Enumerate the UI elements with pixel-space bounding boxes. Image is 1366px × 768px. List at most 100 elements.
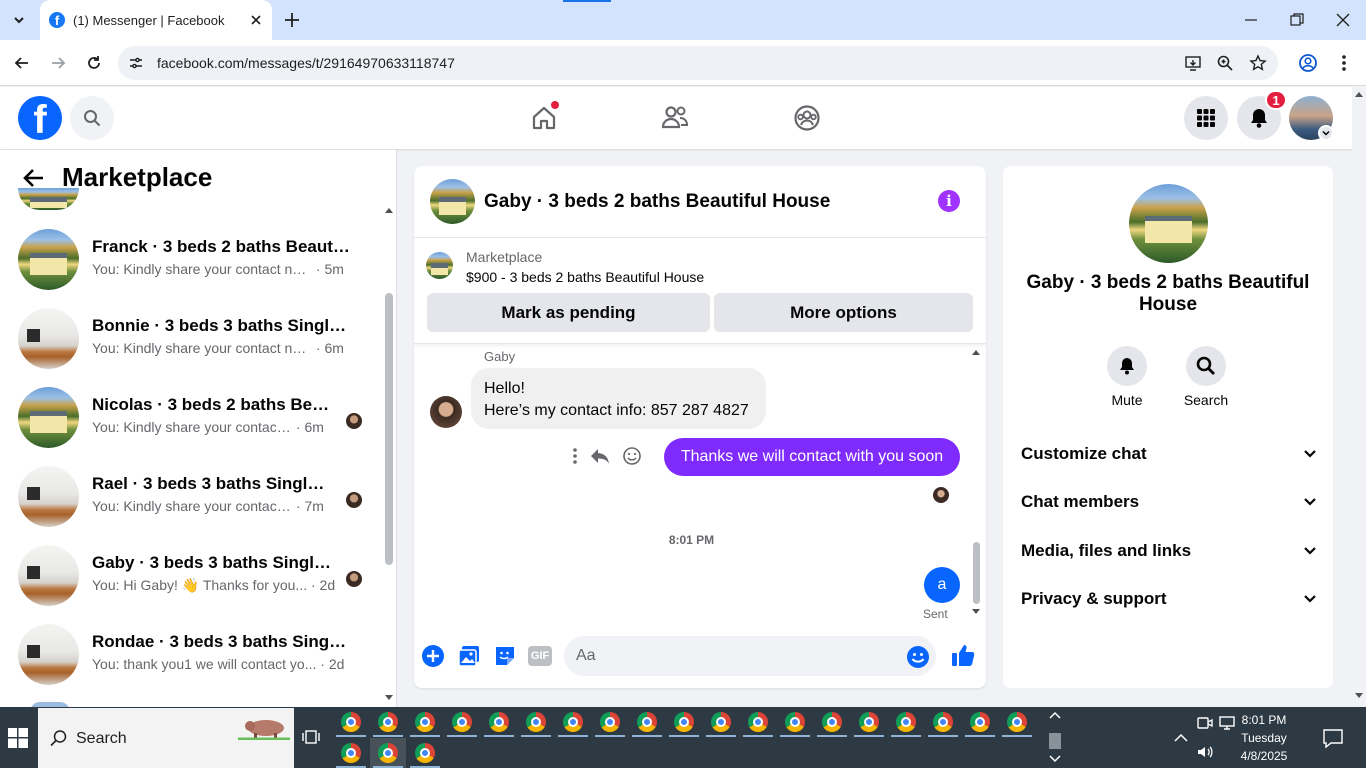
chrome-taskbar-button[interactable]: [444, 707, 480, 737]
customize-chat-section[interactable]: Customize chat: [1021, 436, 1317, 472]
close-window-icon[interactable]: [1335, 12, 1351, 28]
search-in-conversation-button[interactable]: Search: [1176, 346, 1236, 408]
chrome-taskbar-button[interactable]: [814, 707, 850, 737]
add-attachment-icon[interactable]: [421, 644, 445, 668]
conversation-snippet: You: Kindly share your contact n... · 6m: [92, 419, 324, 435]
conversation-item[interactable]: Nicolas · 3 beds 2 baths Beautiful House…: [0, 379, 380, 458]
chrome-icon: [637, 712, 657, 732]
task-view-icon[interactable]: [302, 728, 320, 746]
sender-avatar[interactable]: [430, 396, 462, 428]
chrome-icon: [452, 712, 472, 732]
back-arrow-icon[interactable]: [22, 167, 46, 189]
chrome-taskbar-button[interactable]: [481, 707, 517, 737]
emoji-icon[interactable]: [906, 645, 930, 669]
facebook-logo-icon[interactable]: f: [18, 96, 62, 140]
incoming-message[interactable]: Hello! Here’s my contact info: 857 287 4…: [471, 368, 766, 429]
url-text: facebook.com/messages/t/2916497063311874…: [157, 55, 455, 71]
listing-thumbnail[interactable]: [426, 252, 453, 279]
mute-button[interactable]: Mute: [1097, 346, 1157, 408]
forward-icon[interactable]: [48, 53, 68, 73]
react-emoji-icon[interactable]: [622, 446, 642, 466]
browser-tab-messenger[interactable]: f (1) Messenger | Facebook: [40, 0, 272, 40]
chrome-taskbar-button[interactable]: [333, 738, 369, 768]
chrome-taskbar-button[interactable]: [555, 707, 591, 737]
mark-as-pending-button[interactable]: Mark as pending: [427, 293, 710, 332]
windows-start-icon[interactable]: [8, 728, 28, 748]
restore-icon[interactable]: [1289, 12, 1305, 28]
conversation-item[interactable]: Rondae · 3 beds 3 baths Single Family Yo…: [0, 616, 380, 695]
address-bar[interactable]: facebook.com/messages/t/2916497063311874…: [118, 46, 1278, 80]
chrome-taskbar-button[interactable]: [925, 707, 961, 737]
chrome-taskbar-button[interactable]: [740, 707, 776, 737]
chrome-taskbar-button[interactable]: [629, 707, 665, 737]
meet-now-icon[interactable]: [1196, 714, 1214, 732]
chrome-taskbar-button[interactable]: [407, 738, 443, 768]
reply-icon[interactable]: [590, 447, 610, 465]
chrome-taskbar-button[interactable]: [851, 707, 887, 737]
sticker-icon[interactable]: [493, 644, 517, 668]
menu-button[interactable]: [1184, 96, 1228, 140]
back-icon[interactable]: [12, 53, 32, 73]
conversation-item[interactable]: Bonnie · 3 beds 3 baths Single Family Yo…: [0, 300, 380, 379]
friends-nav-button[interactable]: [658, 101, 692, 135]
conversation-item[interactable]: Franck · 3 beds 2 baths Beautiful House …: [0, 221, 380, 300]
chrome-taskbar-button[interactable]: [592, 707, 628, 737]
show-hidden-icons-chevron-icon[interactable]: [1172, 729, 1190, 747]
chrome-taskbar-button[interactable]: [370, 738, 406, 768]
scrollbar-thumb[interactable]: [385, 293, 393, 565]
action-center-icon[interactable]: [1322, 727, 1344, 749]
outgoing-message[interactable]: Thanks we will contact with you soon: [664, 438, 960, 476]
bookmark-star-icon[interactable]: [1249, 54, 1267, 72]
conversation-item[interactable]: Rael · 3 beds 3 baths Single Family You:…: [0, 458, 380, 537]
network-icon[interactable]: [1219, 714, 1237, 732]
profile-icon[interactable]: [1298, 53, 1318, 73]
scrollbar-thumb[interactable]: [973, 542, 980, 604]
account-menu-caret[interactable]: [1318, 125, 1334, 141]
facebook-search-button[interactable]: [70, 96, 114, 140]
chrome-taskbar-button[interactable]: [999, 707, 1035, 737]
close-tab-icon[interactable]: [248, 12, 264, 28]
photo-icon[interactable]: [457, 644, 481, 668]
chat-members-section[interactable]: Chat members: [1021, 484, 1317, 520]
conversation-item[interactable]: Gaby · 3 beds 3 baths Single Family You:…: [0, 537, 380, 616]
listing-price-title[interactable]: $900 - 3 beds 2 baths Beautiful House: [466, 269, 704, 285]
info-icon[interactable]: i: [938, 190, 960, 212]
new-tab-icon[interactable]: [283, 11, 301, 29]
volume-icon[interactable]: [1196, 743, 1214, 761]
groups-nav-button[interactable]: [790, 101, 824, 135]
chat-title[interactable]: Gaby · 3 beds 2 baths Beautiful House: [484, 191, 830, 213]
more-actions-icon[interactable]: [572, 447, 578, 465]
kebab-menu-icon[interactable]: [1335, 53, 1353, 73]
system-clock[interactable]: 8:01 PM Tuesday 4/8/2025: [1236, 711, 1292, 765]
media-files-links-section[interactable]: Media, files and links: [1021, 533, 1317, 569]
install-app-icon[interactable]: [1184, 54, 1202, 72]
zoom-icon[interactable]: [1216, 54, 1234, 72]
gif-icon[interactable]: GIF: [528, 646, 552, 666]
chrome-taskbar-button[interactable]: [703, 707, 739, 737]
reload-icon[interactable]: [84, 53, 104, 73]
chrome-taskbar-button[interactable]: [370, 707, 406, 737]
chrome-taskbar-button[interactable]: [518, 707, 554, 737]
chrome-taskbar-button[interactable]: [333, 707, 369, 737]
tab-search-button[interactable]: [6, 8, 32, 32]
chrome-taskbar-button[interactable]: [407, 707, 443, 737]
page-scrollbar[interactable]: [1352, 87, 1366, 707]
outgoing-message[interactable]: a: [924, 567, 960, 603]
message-input[interactable]: Aa: [564, 636, 936, 676]
conversation-name: Nicolas · 3 beds 2 baths Beautiful House: [92, 395, 332, 414]
conversation-avatar[interactable]: [1129, 184, 1208, 263]
privacy-support-section[interactable]: Privacy & support: [1021, 581, 1317, 617]
taskbar-scroll-control[interactable]: [1046, 707, 1064, 768]
taskbar-search-box[interactable]: Search: [38, 708, 294, 768]
chrome-taskbar-button[interactable]: [777, 707, 813, 737]
chrome-taskbar-button[interactable]: [666, 707, 702, 737]
facebook-top-bar: f: [0, 87, 1352, 149]
chrome-taskbar-button[interactable]: [962, 707, 998, 737]
site-settings-icon[interactable]: [128, 55, 144, 71]
like-thumbs-up-icon[interactable]: [950, 642, 976, 668]
more-options-button[interactable]: More options: [714, 293, 973, 332]
chrome-taskbar-button[interactable]: [888, 707, 924, 737]
minimize-icon[interactable]: [1243, 12, 1259, 28]
chat-avatar[interactable]: [430, 179, 475, 224]
home-nav-button[interactable]: [527, 101, 561, 135]
